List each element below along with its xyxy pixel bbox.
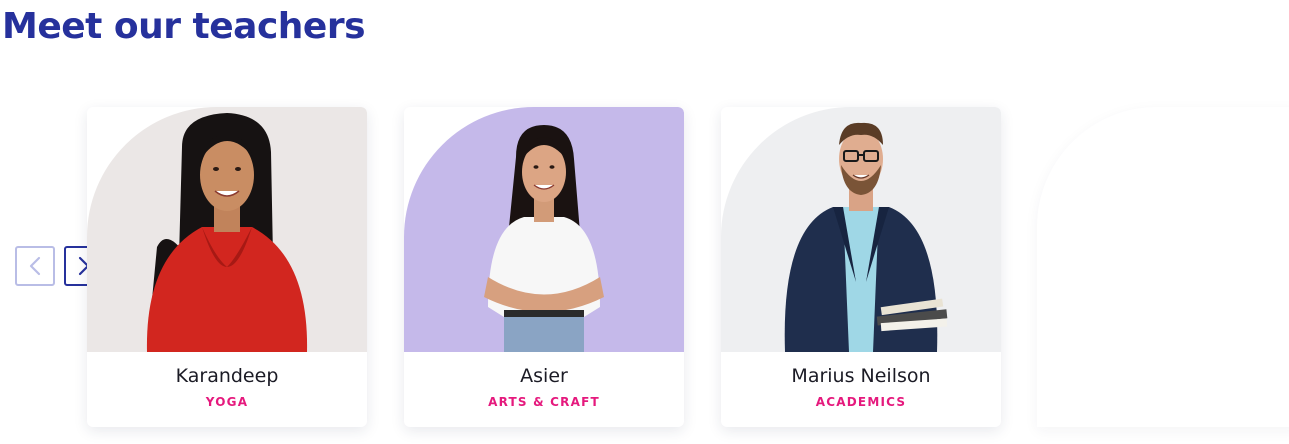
- carousel-prev-button[interactable]: [15, 246, 55, 286]
- chevron-left-icon: [29, 256, 41, 276]
- section-title: Meet our teachers: [2, 6, 366, 47]
- teacher-card[interactable]: Karandeep YOGA: [87, 107, 367, 427]
- teacher-card-next-placeholder: [1037, 107, 1289, 427]
- teacher-card[interactable]: Asier ARTS & CRAFT: [404, 107, 684, 427]
- teacher-card[interactable]: Marius Neilson ACADEMICS: [721, 107, 1001, 427]
- teacher-name: Marius Neilson: [791, 365, 931, 387]
- teacher-photo: [87, 107, 367, 352]
- teacher-photo: [721, 107, 1001, 352]
- teacher-subject: ARTS & CRAFT: [488, 395, 600, 409]
- teacher-subject: YOGA: [205, 395, 249, 409]
- teacher-name: Karandeep: [175, 365, 279, 387]
- teacher-subject: ACADEMICS: [815, 395, 907, 409]
- teacher-name: Asier: [520, 365, 568, 387]
- teacher-photo: [404, 107, 684, 352]
